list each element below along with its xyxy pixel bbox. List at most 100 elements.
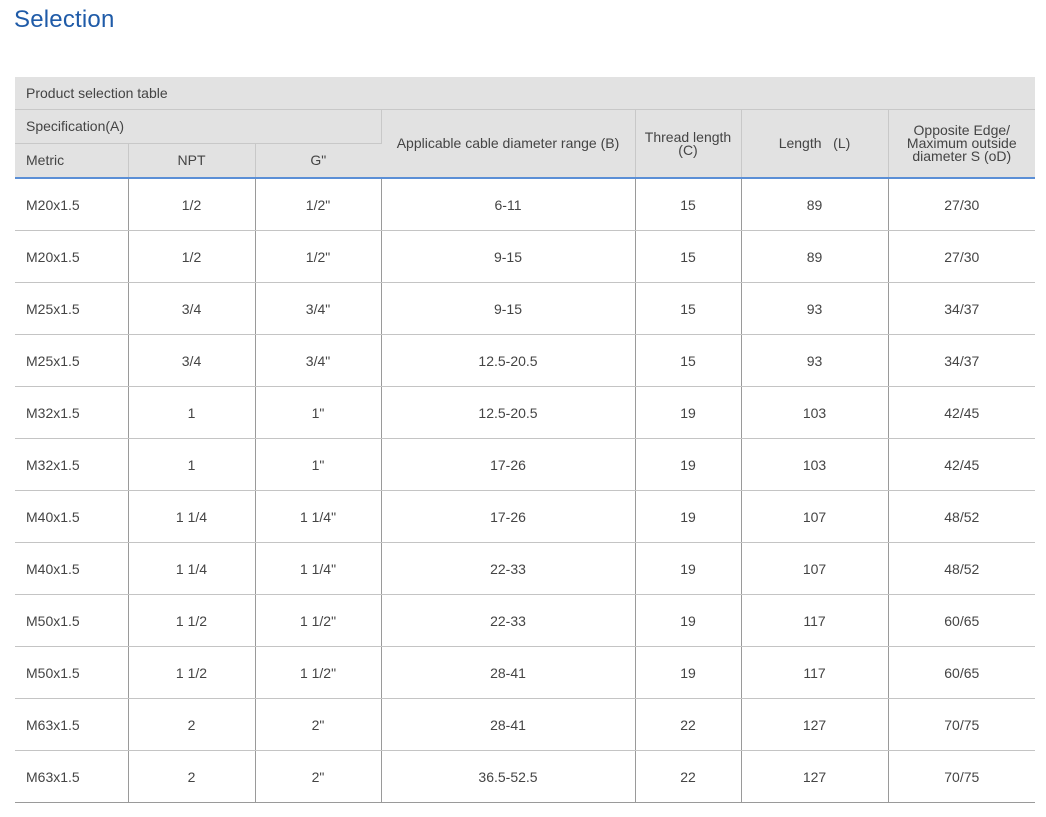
cell-npt: 1/2 — [128, 178, 256, 231]
cell-npt: 1/2 — [128, 230, 256, 283]
cell-opposite-edge: 27/30 — [888, 230, 1036, 283]
cell-opposite-edge: 34/37 — [888, 282, 1036, 335]
cell-opposite-edge: 48/52 — [888, 490, 1036, 543]
cell-cable-range: 12.5-20.5 — [381, 386, 636, 439]
cell-thread-length: 19 — [635, 646, 742, 699]
cell-g: 2" — [255, 750, 382, 803]
header-g: G" — [255, 143, 381, 179]
header-thread-length: Thread length (C) — [635, 109, 742, 179]
cell-metric: M20x1.5 — [15, 230, 129, 283]
cell-cable-range: 36.5-52.5 — [381, 750, 636, 803]
page-title: Selection — [14, 6, 115, 33]
cell-metric: M20x1.5 — [15, 178, 129, 231]
cell-metric: M25x1.5 — [15, 334, 129, 387]
cell-g: 1 1/4" — [255, 542, 382, 595]
cell-thread-length: 19 — [635, 542, 742, 595]
cell-cable-range: 28-41 — [381, 646, 636, 699]
cell-npt: 3/4 — [128, 334, 256, 387]
cell-metric: M40x1.5 — [15, 542, 129, 595]
cell-npt: 1 1/4 — [128, 490, 256, 543]
table-row: M20x1.5 1/2 1/2" 6-11 15 89 27/30 — [15, 178, 1036, 231]
cell-g: 1/2" — [255, 230, 382, 283]
cell-cable-range: 17-26 — [381, 490, 636, 543]
cell-length: 117 — [741, 646, 889, 699]
table-row: M40x1.5 1 1/4 1 1/4" 22-33 19 107 48/52 — [15, 542, 1036, 595]
cell-opposite-edge: 70/75 — [888, 698, 1036, 751]
cell-thread-length: 15 — [635, 282, 742, 335]
table-body: M20x1.5 1/2 1/2" 6-11 15 89 27/30 M20x1.5 1/2 1/2… — [15, 178, 1036, 803]
cell-opposite-edge: 34/37 — [888, 334, 1036, 387]
product-selection-table: Product selection table Specification(A)… — [15, 77, 1036, 803]
cell-cable-range: 22-33 — [381, 594, 636, 647]
cell-opposite-edge: 60/65 — [888, 594, 1036, 647]
cell-g: 3/4" — [255, 334, 382, 387]
cell-thread-length: 22 — [635, 698, 742, 751]
header-npt: NPT — [128, 143, 256, 179]
cell-thread-length: 19 — [635, 386, 742, 439]
cell-g: 2" — [255, 698, 382, 751]
table-row: M63x1.5 2 2" 36.5-52.5 22 127 70/75 — [15, 750, 1036, 803]
cell-thread-length: 15 — [635, 178, 742, 231]
cell-thread-length: 19 — [635, 438, 742, 491]
cell-metric: M25x1.5 — [15, 282, 129, 335]
table-row: M32x1.5 1 1" 12.5-20.5 19 103 42/45 — [15, 386, 1036, 439]
cell-thread-length: 19 — [635, 490, 742, 543]
table-row: M25x1.5 3/4 3/4" 12.5-20.5 15 93 34/37 — [15, 334, 1036, 387]
cell-cable-range: 9-15 — [381, 230, 636, 283]
table-row: M50x1.5 1 1/2 1 1/2" 28-41 19 117 60/65 — [15, 646, 1036, 699]
table-row: M40x1.5 1 1/4 1 1/4" 17-26 19 107 48/52 — [15, 490, 1036, 543]
cell-metric: M50x1.5 — [15, 646, 129, 699]
cell-cable-range: 9-15 — [381, 282, 636, 335]
cell-npt: 1 1/2 — [128, 646, 256, 699]
cell-length: 127 — [741, 698, 889, 751]
cell-opposite-edge: 70/75 — [888, 750, 1036, 803]
cell-opposite-edge: 60/65 — [888, 646, 1036, 699]
cell-npt: 1 1/4 — [128, 542, 256, 595]
cell-npt: 3/4 — [128, 282, 256, 335]
header-opposite-edge: Opposite Edge/ Maximum outside diameter … — [888, 109, 1036, 179]
cell-metric: M32x1.5 — [15, 386, 129, 439]
cell-opposite-edge: 42/45 — [888, 386, 1036, 439]
cell-g: 1/2" — [255, 178, 382, 231]
header-metric: Metric — [15, 143, 129, 179]
cell-length: 127 — [741, 750, 889, 803]
table-row: M20x1.5 1/2 1/2" 9-15 15 89 27/30 — [15, 230, 1036, 283]
cell-npt: 2 — [128, 750, 256, 803]
cell-opposite-edge: 42/45 — [888, 438, 1036, 491]
cell-npt: 1 1/2 — [128, 594, 256, 647]
cell-length: 103 — [741, 386, 889, 439]
cell-thread-length: 22 — [635, 750, 742, 803]
cell-length: 107 — [741, 490, 889, 543]
cell-npt: 2 — [128, 698, 256, 751]
header-specification: Specification(A) — [15, 109, 382, 144]
cell-metric: M32x1.5 — [15, 438, 129, 491]
table-caption: Product selection table — [15, 77, 1036, 110]
cell-cable-range: 22-33 — [381, 542, 636, 595]
cell-g: 1 1/4" — [255, 490, 382, 543]
cell-cable-range: 6-11 — [381, 178, 636, 231]
cell-metric: M63x1.5 — [15, 750, 129, 803]
cell-npt: 1 — [128, 438, 256, 491]
cell-npt: 1 — [128, 386, 256, 439]
cell-cable-range: 12.5-20.5 — [381, 334, 636, 387]
header-length: Length (L) — [741, 109, 889, 179]
cell-length: 89 — [741, 178, 889, 231]
cell-thread-length: 15 — [635, 230, 742, 283]
cell-g: 1" — [255, 386, 382, 439]
cell-length: 93 — [741, 282, 889, 335]
cell-length: 103 — [741, 438, 889, 491]
cell-length: 117 — [741, 594, 889, 647]
cell-opposite-edge: 48/52 — [888, 542, 1036, 595]
cell-opposite-edge: 27/30 — [888, 178, 1036, 231]
table-row: M63x1.5 2 2" 28-41 22 127 70/75 — [15, 698, 1036, 751]
table-row: M32x1.5 1 1" 17-26 19 103 42/45 — [15, 438, 1036, 491]
cell-thread-length: 19 — [635, 594, 742, 647]
cell-g: 3/4" — [255, 282, 382, 335]
cell-g: 1 1/2" — [255, 594, 382, 647]
header-cable-range: Applicable cable diameter range (B) — [381, 109, 636, 179]
table-row: M50x1.5 1 1/2 1 1/2" 22-33 19 117 60/65 — [15, 594, 1036, 647]
cell-g: 1 1/2" — [255, 646, 382, 699]
cell-length: 93 — [741, 334, 889, 387]
cell-g: 1" — [255, 438, 382, 491]
cell-metric: M40x1.5 — [15, 490, 129, 543]
